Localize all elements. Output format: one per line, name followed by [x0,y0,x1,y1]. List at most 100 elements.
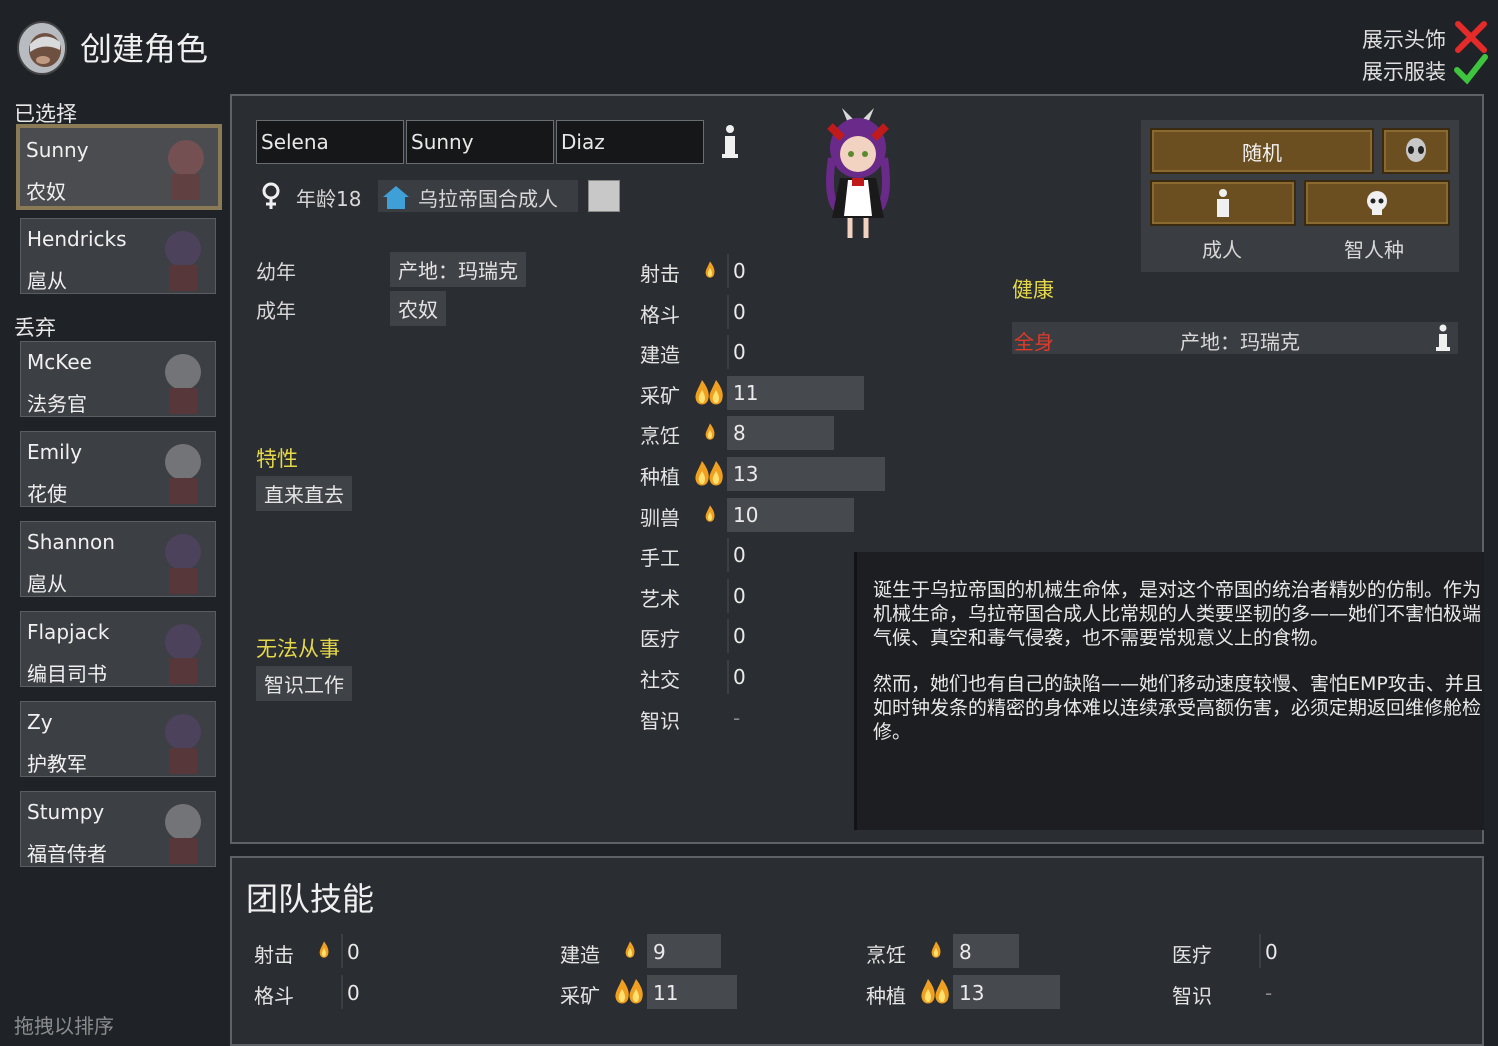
pawn-portrait [826,108,890,238]
skill-name: 社交 [640,668,680,692]
skill-value: 0 [733,543,746,568]
minor-passion-icon [931,941,941,958]
cross-icon[interactable] [1454,20,1488,54]
team-skill-name: 烹饪 [866,943,906,967]
skill-value: - [733,705,741,730]
childhood-backstory[interactable]: 产地：玛瑞克 [390,252,526,287]
passion-indicator [920,977,950,1011]
team-skill-name: 格斗 [254,984,294,1008]
alien-button[interactable] [1382,128,1450,174]
skill-name: 种植 [640,465,680,489]
pawn-title: 扈从 [27,572,67,596]
color-swatch[interactable] [588,180,620,212]
team-skill-name: 建造 [560,943,600,967]
skill-value: 10 [733,502,759,527]
drag-to-sort-hint: 拖拽以排序 [14,1014,114,1038]
pawn-card[interactable]: McKee 法务官 [20,341,216,417]
adulthood-backstory[interactable]: 农奴 [390,291,446,326]
show-headgear-label: 展示头饰 [1362,28,1446,52]
pawn-title: 编目司书 [27,662,107,686]
xenotype-button[interactable] [1304,180,1450,226]
minor-passion-icon [705,504,715,522]
skill-name: 采矿 [640,383,680,408]
major-passion-icon [695,461,723,486]
team-skill-value: 13 [959,981,985,1005]
skill-value: 13 [733,462,759,486]
health-label: 健康 [1012,278,1054,302]
skill-name: 艺术 [640,586,680,611]
adult-label: 成人 [1202,238,1242,262]
passion-indicator [702,504,718,528]
major-passion-icon [921,979,949,1004]
major-passion-icon [615,979,643,1004]
skill-value: 0 [733,624,746,649]
adult-button[interactable] [1150,180,1296,226]
pawn-portrait-icon [165,354,201,414]
skill-name: 驯兽 [640,505,680,530]
skill-value: 0 [733,259,746,283]
last-name-input[interactable] [556,120,704,164]
show-clothes-label: 展示服装 [1362,60,1446,84]
first-name-input[interactable] [256,120,404,164]
major-passion-icon [695,379,723,405]
pawn-card[interactable]: Emily 花使 [20,431,216,507]
nickname-input[interactable] [406,120,554,164]
pawn-name: Shannon [27,530,115,554]
skill-name: 格斗 [640,302,680,327]
pawn-portrait-icon [165,804,201,864]
skull-icon [1367,191,1387,215]
team-skill-value: - [1265,981,1273,1005]
team-skill-value: 11 [653,981,679,1005]
checkmark-icon[interactable] [1454,52,1488,86]
pawn-card[interactable]: Shannon 扈从 [20,521,216,597]
pawn-name: Hendricks [27,227,127,251]
pawn-card[interactable]: Hendricks 扈从 [20,218,216,294]
team-skill-value: 0 [347,981,360,1005]
discard-section-label: 丢弃 [14,316,56,340]
pawn-card[interactable]: Flapjack 编目司书 [20,611,216,687]
female-icon [262,182,280,209]
pawn-card[interactable]: Sunny 农奴 [16,124,222,210]
minor-passion-icon [705,261,715,278]
skill-level-bar [727,660,729,694]
trait-tag[interactable]: 直来直去 [256,476,352,511]
team-skill-name: 采矿 [560,984,600,1008]
team-skill-bar [1259,934,1261,968]
minor-passion-icon [319,941,329,958]
alien-icon [1406,138,1426,162]
minor-passion-icon [625,941,635,958]
pawn-card[interactable]: Zy 护教军 [20,701,216,777]
passion-indicator [694,378,724,412]
minor-passion-icon [705,423,715,441]
health-part: 全身 [1014,330,1054,354]
pawn-card[interactable]: Stumpy 福音侍者 [20,791,216,867]
skill-value: 0 [733,299,746,324]
randomize-button[interactable]: 随机 [1150,128,1374,174]
pawn-title: 法务官 [27,392,87,416]
skill-level-bar [727,619,729,654]
skill-level-bar [727,578,729,613]
pawn-portrait-icon [165,444,201,504]
pawn-portrait-icon [165,231,201,291]
pawn-title: 农奴 [26,180,66,204]
incapable-label: 无法从事 [256,637,340,661]
passion-indicator [622,940,638,964]
pawn-name: Emily [27,440,83,464]
xenotype-selector[interactable]: 乌拉帝国合成人 [378,180,578,212]
pawn-title: 护教军 [27,752,87,776]
info-icon[interactable] [720,124,740,160]
skill-name: 智识 [640,708,680,733]
skill-value: 8 [733,421,746,446]
skill-level-bar [727,254,729,288]
team-skill-name: 医疗 [1172,943,1212,967]
skill-value: 0 [733,340,746,365]
info-icon[interactable] [1434,324,1452,352]
team-skill-value: 0 [1265,940,1278,964]
description-paragraph: 诞生于乌拉帝国的机械生命体，是对这个帝国的统治者精妙的仿制。作为机械生命，乌拉帝… [873,579,1482,649]
pawn-name: Flapjack [27,620,110,644]
pawn-title: 福音侍者 [27,842,107,866]
age-label: 年龄18 [296,187,362,211]
pawn-title: 花使 [27,482,67,506]
team-skill-value: 9 [653,940,666,964]
passion-indicator [702,422,718,446]
